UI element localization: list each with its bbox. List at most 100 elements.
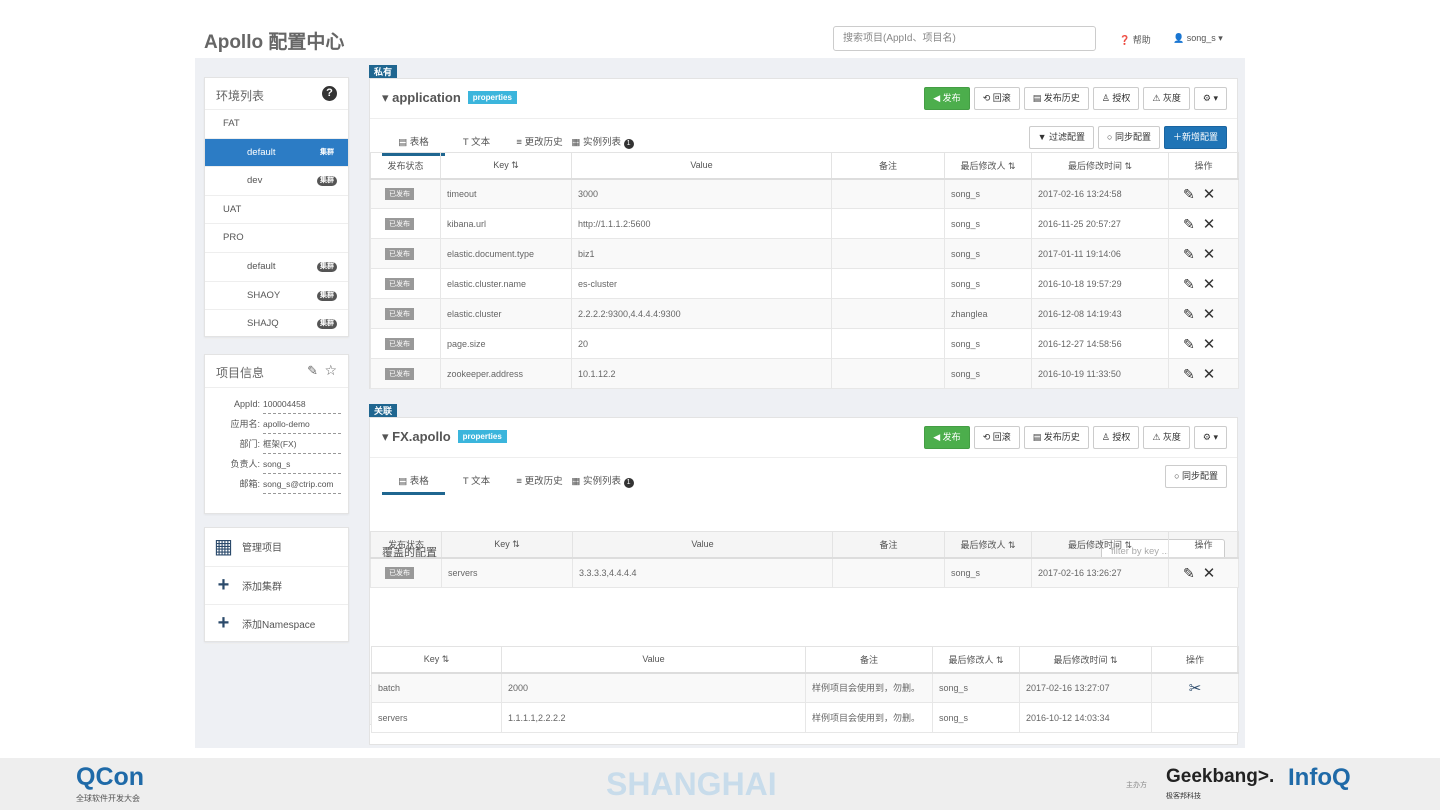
edit-icon[interactable]: ✎ xyxy=(1183,216,1195,232)
env-item[interactable]: FAT xyxy=(205,110,348,139)
env-item-label: PRO xyxy=(223,232,244,244)
status-cell: 已发布 xyxy=(370,557,442,588)
edit-icon[interactable]: ✎ xyxy=(1183,306,1195,322)
delete-icon[interactable]: ✕ xyxy=(1203,565,1216,582)
env-item[interactable]: SHAOY 集群 xyxy=(205,282,348,311)
namespace-name: application xyxy=(392,90,461,105)
cell-key: servers xyxy=(371,702,502,733)
cluster-badge: 集群 xyxy=(317,290,337,301)
override-tool-icon[interactable]: ✂ xyxy=(1189,680,1202,697)
cell-user: song_s xyxy=(944,178,1032,209)
cell-user: song_s xyxy=(944,208,1032,239)
column-header[interactable]: 最后修改时间 ⇅ xyxy=(1031,531,1169,559)
column-header[interactable]: Key ⇅ xyxy=(440,152,572,180)
help-icon: ❓ xyxy=(1119,35,1131,45)
table-row: 已发布 zookeeper.address 10.1.12.2 song_s 2016-… xyxy=(370,358,1239,389)
cluster-badge: 集群 xyxy=(317,176,337,187)
tool-item[interactable]: + 添加集群 xyxy=(205,567,348,605)
delete-icon[interactable]: ✕ xyxy=(1203,336,1216,353)
tab-history[interactable]: ≡ 更改历史 xyxy=(508,473,571,495)
add-config-button[interactable]: ＋新增配置 xyxy=(1163,126,1227,149)
publish-button[interactable]: ◀ 发布 xyxy=(924,426,970,449)
cell-key: timeout xyxy=(440,178,572,209)
status-cell: 已发布 xyxy=(370,178,441,209)
rollback-button[interactable]: ⟲ 回滚 xyxy=(973,87,1020,110)
override-table: 发布状态 Key ⇅ Value 备注 最后修改人 ⇅ 最后修改时间 ⇅ 操作 已发布 serv… xyxy=(370,531,1239,588)
delete-icon[interactable]: ✕ xyxy=(1203,216,1216,233)
private-tag: 私有 xyxy=(369,65,398,79)
delete-icon[interactable]: ✕ xyxy=(1203,276,1216,293)
column-header[interactable]: Key ⇅ xyxy=(441,531,573,559)
publish-history-button[interactable]: ▤ 发布历史 xyxy=(1023,87,1089,110)
tab-instances[interactable]: ▦ 实例列表 1 xyxy=(571,473,634,495)
edit-icon[interactable]: ✎ xyxy=(1183,246,1195,262)
column-header[interactable]: 最后修改时间 ⇅ xyxy=(1019,646,1152,674)
edit-icon[interactable]: ✎ xyxy=(1183,366,1195,382)
edit-icon[interactable]: ✎ xyxy=(307,363,318,379)
publish-history-button[interactable]: ▤ 发布历史 xyxy=(1023,426,1089,449)
cell-user: song_s xyxy=(932,672,1020,703)
filter-config-button[interactable]: ▼ 过滤配置 xyxy=(1028,126,1095,149)
sync-config-button[interactable]: ○ 同步配置 xyxy=(1098,126,1160,149)
cell-key: page.size xyxy=(440,328,572,359)
authorize-button[interactable]: ♙ 授权 xyxy=(1092,426,1140,449)
gray-release-button[interactable]: ⚠ 灰度 xyxy=(1143,87,1190,110)
settings-gear-button[interactable]: ⚙ ▾ xyxy=(1193,426,1227,449)
delete-icon[interactable]: ✕ xyxy=(1203,186,1216,203)
tab-table[interactable]: ▤ 表格 xyxy=(382,473,445,495)
search-input[interactable]: 搜索项目(AppId、项目名) xyxy=(833,26,1096,51)
edit-icon[interactable]: ✎ xyxy=(1183,276,1195,292)
help-circle-icon[interactable]: ? xyxy=(322,86,337,101)
env-item[interactable]: PRO xyxy=(205,224,348,253)
delete-icon[interactable]: ✕ xyxy=(1203,246,1216,263)
infoq-logo: InfoQ xyxy=(1288,764,1351,791)
app-logo[interactable]: Apollo 配置中心 xyxy=(204,27,344,54)
env-item[interactable]: default 集群 xyxy=(205,253,348,282)
status-cell: 已发布 xyxy=(370,208,441,239)
cell-comment xyxy=(831,208,945,239)
env-item[interactable]: UAT xyxy=(205,196,348,225)
env-item-label: default xyxy=(247,260,276,272)
cell-time: 2016-10-18 19:57:29 xyxy=(1031,268,1169,299)
gray-release-button[interactable]: ⚠ 灰度 xyxy=(1143,426,1190,449)
rollback-button[interactable]: ⟲ 回滚 xyxy=(973,426,1020,449)
footer-banner: QCon 全球软件开发大会 SHANGHAI 主办方 Geekbang>. 极客… xyxy=(0,758,1440,810)
env-item[interactable]: dev 集群 xyxy=(205,167,348,196)
delete-icon[interactable]: ✕ xyxy=(1203,366,1216,383)
help-link[interactable]: ❓ 帮助 xyxy=(1119,33,1151,46)
env-item-label: SHAJQ xyxy=(247,318,279,330)
column-header[interactable]: 最后修改人 ⇅ xyxy=(944,531,1032,559)
tool-item[interactable]: + 添加Namespace xyxy=(205,605,348,644)
settings-gear-button[interactable]: ⚙ ▾ xyxy=(1193,87,1227,110)
env-item[interactable]: default 集群 xyxy=(205,138,348,168)
status-cell: 已发布 xyxy=(370,298,441,329)
edit-icon[interactable]: ✎ xyxy=(1183,186,1195,202)
namespace-title[interactable]: ▾ FX.apollo properties xyxy=(382,429,507,445)
info-row: 部门: 框架(FX) xyxy=(205,434,348,454)
user-menu[interactable]: 👤 song_s ▾ xyxy=(1173,33,1223,44)
namespace-title[interactable]: ▾ application properties xyxy=(382,90,517,106)
star-icon[interactable]: ☆ xyxy=(324,362,337,379)
cell-key: elastic.cluster xyxy=(440,298,572,329)
sync-config-button[interactable]: ○ 同步配置 xyxy=(1165,465,1227,488)
cell-value: 20 xyxy=(571,328,832,359)
env-item-label: SHAOY xyxy=(247,289,281,301)
info-value: song_s xyxy=(263,454,341,474)
tab-text[interactable]: T 文本 xyxy=(445,473,508,495)
delete-icon[interactable]: ✕ xyxy=(1203,306,1216,323)
publish-button[interactable]: ◀ 发布 xyxy=(924,87,970,110)
edit-icon[interactable]: ✎ xyxy=(1183,565,1195,581)
column-header[interactable]: 最后修改人 ⇅ xyxy=(944,152,1032,180)
column-header[interactable]: 最后修改人 ⇅ xyxy=(932,646,1020,674)
cell-time: 2017-02-16 13:27:07 xyxy=(1019,672,1152,703)
env-item[interactable]: SHAJQ 集群 xyxy=(205,310,348,339)
tool-item[interactable]: ▦ 管理项目 xyxy=(205,528,348,567)
cell-key: kibana.url xyxy=(440,208,572,239)
actions-cell: ✎ ✕ xyxy=(1168,557,1239,588)
cell-value: 2000 xyxy=(501,672,806,703)
column-header[interactable]: 最后修改时间 ⇅ xyxy=(1031,152,1169,180)
edit-icon[interactable]: ✎ xyxy=(1183,336,1195,352)
authorize-button[interactable]: ♙ 授权 xyxy=(1092,87,1140,110)
column-header: 备注 xyxy=(832,531,945,559)
cell-time: 2016-12-08 14:19:43 xyxy=(1031,298,1169,329)
